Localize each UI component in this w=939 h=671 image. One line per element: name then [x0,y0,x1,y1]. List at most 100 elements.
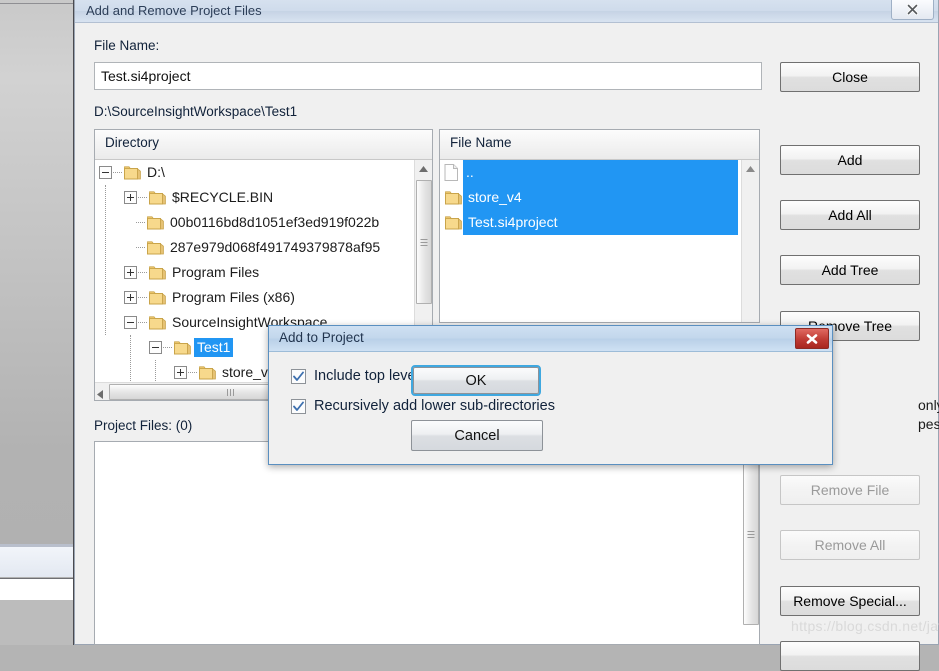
folder-icon [149,290,166,304]
tree-item-program-files[interactable]: Program Files [95,260,432,285]
expand-icon[interactable] [174,366,187,379]
list-item[interactable]: Test.si4project [440,210,759,235]
tree-connector-line [105,185,106,335]
remove-all-button[interactable]: Remove All [780,530,920,560]
window-titlebar: Add and Remove Project Files [75,0,938,23]
file-name-label: File Name: [94,38,160,53]
tree-toggle-spacer [124,242,135,253]
expand-icon[interactable] [124,191,137,204]
file-list-pane: File Name .. store_v4 Test.si4project [439,129,760,323]
folder-icon [147,240,164,254]
tree-item-00b0116bd8d1051ef3ed919f022b[interactable]: 00b0116bd8d1051ef3ed919f022b [95,210,432,235]
tree-connector [136,246,145,249]
tree-connector-line [130,335,131,385]
folder-icon [199,365,216,379]
window-title: Add and Remove Project Files [86,3,262,18]
checkbox-include-top-level[interactable] [291,368,306,384]
backdrop-divider-top [0,3,74,4]
collapse-icon[interactable] [124,316,137,329]
list-item[interactable]: .. [440,160,759,185]
file-name-input[interactable]: Test.si4project [94,62,762,90]
folder-icon [445,215,462,229]
folder-icon [149,190,166,204]
backdrop-band-light [0,547,73,577]
scroll-up-icon[interactable] [742,160,759,177]
scrollbar-grip [747,529,755,540]
list-item-label: Test.si4project [465,213,561,232]
file-list[interactable]: .. store_v4 Test.si4project [440,160,759,322]
obscured-option-line1: only known [918,397,939,413]
folder-icon [149,315,166,329]
tree-item-label: D:\ [147,164,165,180]
directory-pane-header: Directory [95,130,432,160]
ok-button[interactable]: OK [411,365,541,396]
scrollbar-thumb[interactable] [743,448,759,625]
collapse-icon[interactable] [149,341,162,354]
modal-title: Add to Project [279,330,364,345]
tree-connector [136,221,145,224]
remove-special-button[interactable]: Remove Special... [780,586,920,616]
project-files-pane [94,441,760,645]
scroll-left-icon[interactable] [97,386,103,404]
add-button[interactable]: Add [780,145,920,175]
folder-icon [147,215,164,229]
add-remove-project-files-window: Add and Remove Project Files File Name: … [74,0,939,671]
tree-connector [188,371,197,374]
tree-item-label: Program Files [172,264,260,280]
tree-connector [138,321,147,324]
collapse-icon[interactable] [99,166,112,179]
backdrop-bottom [0,600,73,645]
tree-item-287e979d068f491749379878af95[interactable]: 287e979d068f491749379878af95 [95,235,432,260]
folder-icon [174,340,191,354]
tree-connector [113,171,122,174]
watermark-text: https://blog.csdn.net/javadamn [791,618,939,634]
tree-item-label: Program Files (x86) [172,289,295,305]
tree-toggle-spacer [124,217,135,228]
list-item-label: .. [463,163,477,182]
add-to-project-dialog: Add to Project Include top level sub-dir… [268,325,833,465]
current-path-label: D:\SourceInsightWorkspace\Test1 [94,104,298,119]
modal-titlebar: Add to Project [269,326,832,352]
file-icon [444,164,458,181]
scrollbar-grip [420,237,428,248]
obscured-option-line2: pes [918,416,939,432]
project-files-vertical-scrollbar[interactable] [742,442,759,644]
tree-item-label: $RECYCLE.BIN [172,189,274,205]
list-item-label: store_v4 [465,188,525,207]
close-icon[interactable] [891,0,934,20]
scrollbar-thumb[interactable] [416,180,432,304]
obscured-option-text: only known pes [918,396,939,434]
close-icon[interactable] [795,328,829,349]
close-button[interactable]: Close [780,62,920,92]
add-all-button[interactable]: Add All [780,200,920,230]
tree-connector [138,196,147,199]
scroll-up-icon[interactable] [415,160,432,177]
expand-icon[interactable] [124,291,137,304]
expand-icon[interactable] [124,266,137,279]
file-list-pane-header: File Name [440,130,759,160]
scrollbar-grip [226,388,234,396]
folder-icon [445,190,462,204]
folder-icon [149,265,166,279]
checkbox-row-recursive[interactable]: Recursively add lower sub-directories [291,398,555,414]
project-files-label: Project Files: (0) [94,418,193,433]
folder-icon [124,165,141,179]
tree-connector [163,346,172,349]
backdrop-white-strip [0,578,73,601]
tree-item-label: 287e979d068f491749379878af95 [170,239,381,255]
remove-file-button[interactable]: Remove File [780,475,920,505]
tree-item-program-files-x86[interactable]: Program Files (x86) [95,285,432,310]
add-tree-button[interactable]: Add Tree [780,255,920,285]
tree-item-label: Test1 [194,338,234,357]
tree-connector [138,296,147,299]
extra-button-partial[interactable] [780,641,920,671]
tree-connector [138,271,147,274]
cancel-button[interactable]: Cancel [411,420,543,451]
ok-button-label: OK [413,367,539,394]
tree-item-d[interactable]: D:\ [95,160,432,185]
checkbox-label-recursively-add: Recursively add lower sub-directories [314,398,555,414]
file-list-vertical-scrollbar[interactable] [741,160,759,322]
tree-item-recycle-bin[interactable]: $RECYCLE.BIN [95,185,432,210]
checkbox-recursively-add[interactable] [291,398,306,414]
list-item[interactable]: store_v4 [440,185,759,210]
